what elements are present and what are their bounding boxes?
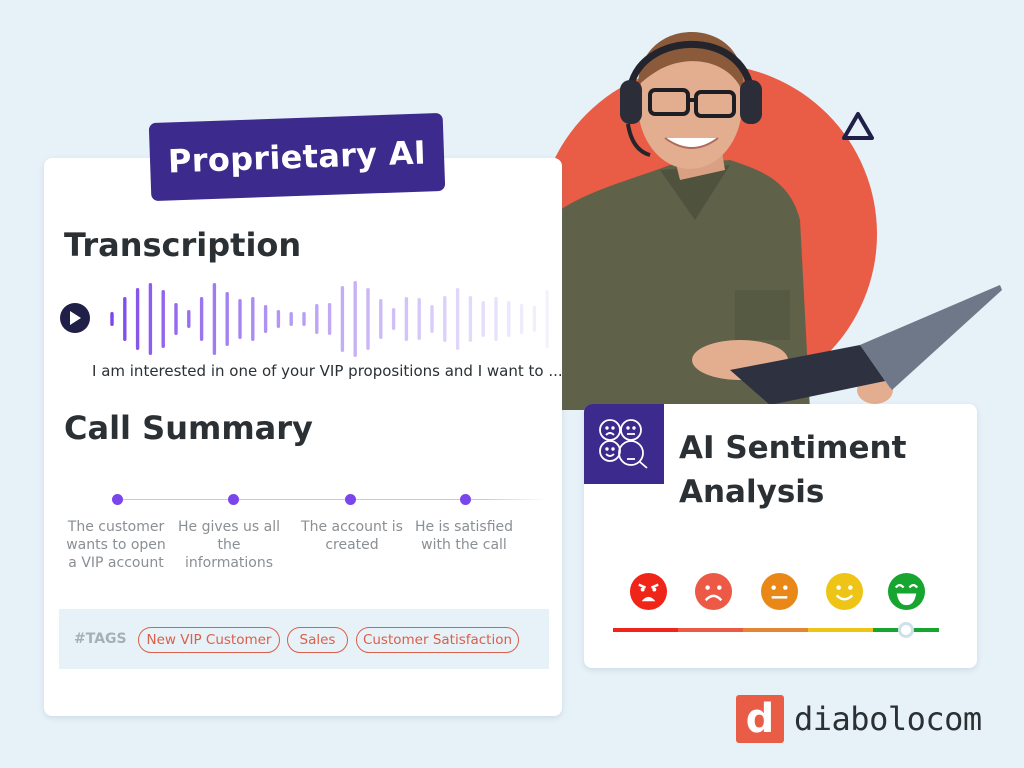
angry-face-icon: [629, 572, 668, 611]
waveform-bar: [340, 286, 345, 352]
waveform-bar: [276, 310, 281, 328]
waveform-bar: [379, 299, 383, 339]
summary-step: He gives us all the informations: [178, 519, 280, 571]
waveform-bar: [199, 297, 204, 341]
summary-step: The account is created: [301, 519, 403, 553]
transcript-text: I am interested in one of your VIP propo…: [92, 362, 563, 380]
waveform-bar: [135, 288, 140, 350]
transcription-title: Transcription: [64, 226, 302, 264]
waveform-bar: [417, 298, 421, 340]
waveform-bar: [353, 281, 357, 357]
logo-mark: d: [736, 695, 784, 743]
waveform-bar: [519, 304, 524, 334]
tag-sales[interactable]: Sales: [287, 627, 348, 653]
waveform-bar: [545, 290, 549, 348]
call-summary-title: Call Summary: [64, 409, 313, 447]
proprietary-ai-badge: Proprietary AI: [148, 112, 446, 202]
tag-new-vip-customer[interactable]: New VIP Customer: [138, 627, 280, 653]
waveform-bar: [468, 296, 473, 342]
play-button[interactable]: [60, 303, 90, 333]
slider-segment-happy: [808, 628, 873, 632]
waveform-bar: [532, 306, 537, 332]
summary-timeline: [100, 490, 550, 510]
timeline-dot: [228, 494, 239, 505]
very-happy-face-icon: [887, 572, 926, 611]
timeline-dot: [345, 494, 356, 505]
waveform-bar: [366, 288, 370, 350]
waveform-bar: [315, 304, 319, 334]
waveform-bar: [263, 305, 268, 333]
waveform-bar: [302, 312, 306, 326]
waveform-bar: [161, 290, 165, 348]
waveform-bar: [404, 297, 409, 341]
happy-face-icon: [825, 572, 864, 611]
waveform-bar: [225, 292, 229, 346]
sentiment-icon-box: [584, 404, 664, 484]
sentiment-title-line2: Analysis: [679, 474, 825, 510]
play-icon: [70, 311, 81, 325]
waveform-bar: [110, 312, 114, 326]
waveform-bar: [212, 283, 217, 355]
slider-segment-neutral: [743, 628, 808, 632]
audio-waveform[interactable]: [100, 275, 560, 363]
diabolocom-logo: d diabolocom: [736, 695, 982, 743]
slider-segment-sad: [678, 628, 743, 632]
waveform-bar: [251, 297, 255, 341]
sentiment-slider[interactable]: [613, 622, 939, 638]
waveform-bar: [123, 297, 127, 341]
logo-text: diabolocom: [794, 700, 982, 738]
timeline-dot: [112, 494, 123, 505]
sentiment-title: AI Sentiment Analysis: [679, 426, 906, 514]
waveform-bar: [481, 301, 485, 337]
waveform-bar: [238, 299, 242, 339]
waveform-bar: [174, 303, 178, 335]
waveform-bar: [455, 288, 460, 350]
waveform-bar: [507, 301, 511, 337]
slider-segment-angry: [613, 628, 678, 632]
waveform-bar: [443, 296, 447, 342]
tags-label: #TAGS: [74, 631, 127, 647]
waveform-bar: [391, 308, 396, 330]
neutral-face-icon: [760, 572, 799, 611]
sad-face-icon: [694, 572, 733, 611]
waveform-bar: [148, 283, 153, 355]
sentiment-title-line1: AI Sentiment: [679, 430, 907, 466]
waveform-bar: [494, 297, 498, 341]
agent-photo: [560, 32, 1002, 410]
waveform-bar: [430, 305, 434, 333]
timeline-line: [118, 499, 548, 500]
summary-step: The customer wants to open a VIP account: [66, 519, 166, 571]
timeline-dot: [460, 494, 471, 505]
waveform-bar: [327, 303, 332, 335]
waveform-bar: [289, 312, 293, 326]
summary-step: He is satisfied with the call: [414, 519, 514, 553]
sentiment-search-icon: [599, 419, 648, 469]
tag-customer-satisfaction[interactable]: Customer Satisfaction: [356, 627, 519, 653]
waveform-bar: [187, 310, 191, 328]
